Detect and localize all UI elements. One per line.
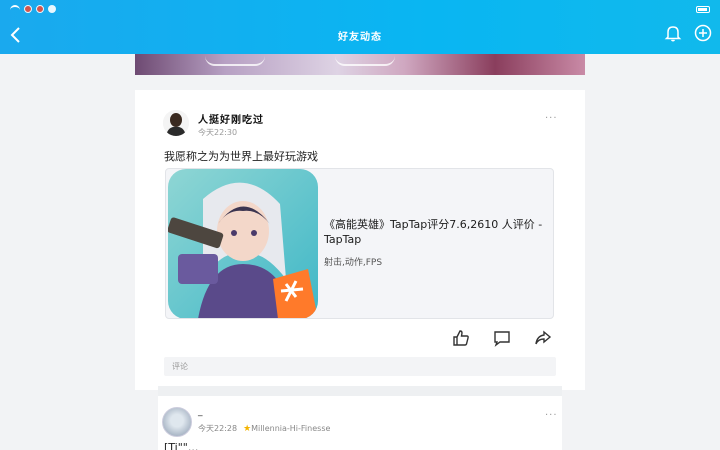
link-tags: 射击,动作,FPS — [324, 258, 383, 268]
bell-icon[interactable] — [664, 24, 682, 42]
comment-input[interactable]: 评论 — [164, 357, 556, 376]
post-timestamp: 今天22:28 — [198, 424, 238, 433]
banner-ornament — [335, 56, 395, 66]
banner-image — [135, 54, 585, 75]
post-text: 我愿称之为为世界上最好玩游戏 — [164, 150, 318, 163]
battery-icon — [696, 5, 710, 13]
more-options-icon[interactable]: ··· — [545, 410, 558, 421]
post-text: [Ti""... — [164, 441, 199, 450]
post-timestamp: 今天22:30 — [198, 128, 238, 137]
wifi-icon — [10, 5, 20, 13]
avatar[interactable] — [163, 110, 189, 136]
more-options-icon[interactable]: ··· — [545, 113, 558, 124]
star-badge-icon: ★ — [243, 423, 252, 434]
page-title: 好友动态 — [338, 31, 382, 43]
comment-placeholder: 评论 — [172, 362, 188, 371]
avatar[interactable] — [162, 407, 192, 437]
app-header: 好友动态 — [0, 0, 720, 54]
post-author-name[interactable]: _ — [198, 407, 203, 417]
status-app-icon — [48, 5, 56, 13]
feed-divider — [158, 386, 562, 396]
notification-dot-icon — [24, 5, 32, 13]
like-icon[interactable] — [452, 329, 470, 347]
back-arrow-icon[interactable] — [6, 24, 26, 46]
shared-link-card[interactable]: 《高能英雄》TapTap评分7.6,2610 人评价 - TapTap 射击,动… — [165, 168, 554, 319]
comment-icon[interactable] — [493, 329, 511, 347]
share-icon[interactable] — [534, 329, 552, 347]
avatar-image — [163, 110, 189, 136]
user-badge-text: Millennia-Hi-Finesse — [251, 423, 331, 433]
add-circle-icon[interactable] — [694, 24, 712, 42]
banner-ornament — [205, 56, 265, 66]
post-author-name[interactable]: 人挺好刚吃过 — [198, 111, 264, 126]
app-notification-icon — [36, 5, 44, 13]
status-bar — [10, 2, 710, 16]
link-title: 《高能英雄》TapTap评分7.6,2610 人评价 - TapTap — [324, 218, 543, 246]
post-meta: 今天22:28 ★Millennia-Hi-Finesse — [198, 423, 330, 434]
game-icon-image — [168, 169, 318, 318]
